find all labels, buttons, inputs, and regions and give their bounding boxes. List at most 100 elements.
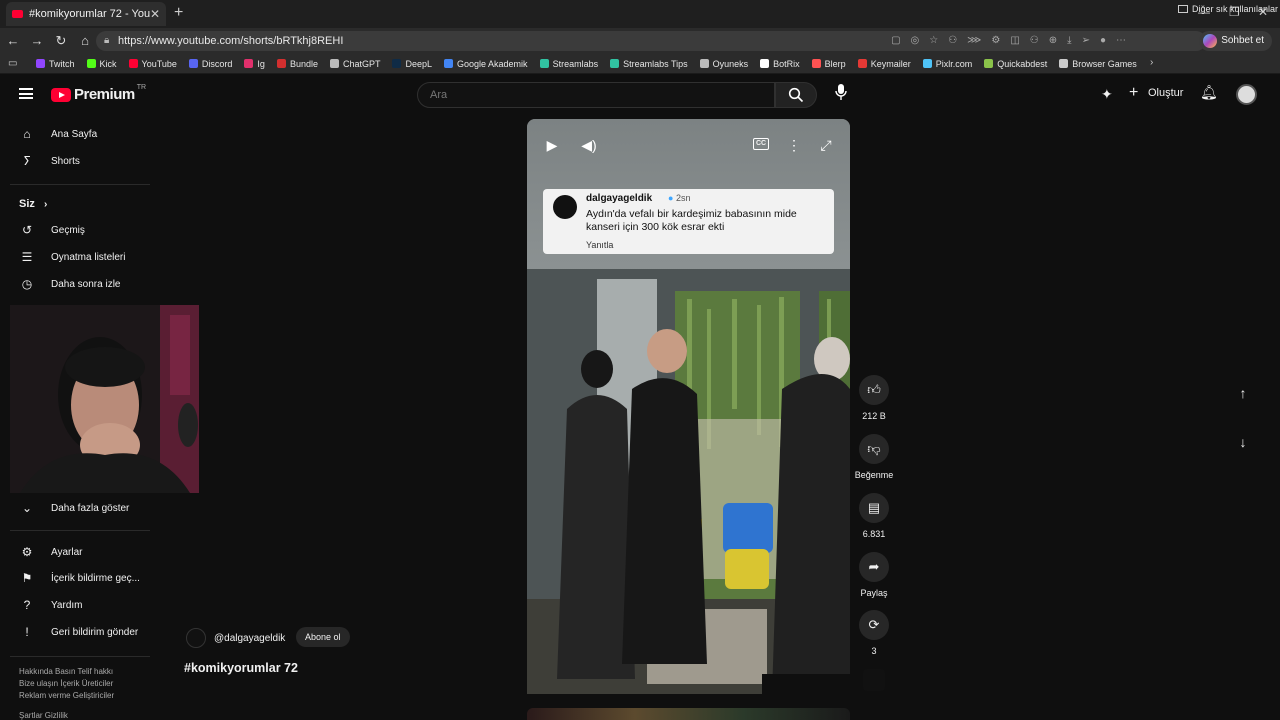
short-title: #komikyorumlar 72 [184,661,298,675]
comment-username: dalgayageldik [586,193,653,204]
bookmark-item[interactable]: Discord [188,59,232,69]
bookmark-item[interactable]: Oyuneks [699,59,748,69]
sidebar-item-settings[interactable]: ⚙ Ayarlar [0,540,158,564]
share-button[interactable]: ➦ Paylaş [854,552,894,598]
remix-count: 3 [871,646,877,656]
sidebar-item-label: Ayarlar [51,546,83,558]
sidebar-item-report[interactable]: ⚑ İçerik bildirme geç... [0,566,158,590]
create-button[interactable]: Oluştur [1148,87,1183,99]
search-button[interactable] [775,82,817,108]
bookmark-item[interactable]: Bundle [276,59,318,69]
sidebar-item-playlists[interactable]: ☰ Oynatma listeleri [0,245,158,269]
bookmark-item[interactable]: Browser Games [1059,59,1137,69]
remix-button[interactable]: ⟳ 3 [854,610,894,656]
address-bar-icons[interactable]: ▢◎☆⚇⋙⚙◫⚇⊕⤓➢●⋯ [891,31,1136,51]
like-count: 212 B [862,411,886,421]
shorts-icon: ⵢ [23,154,31,168]
forward-icon[interactable]: → [29,33,45,48]
channel-thumbnail[interactable] [863,669,885,691]
bookmark-item[interactable]: DeepL [392,59,432,69]
thumbs-down-icon: 👎︎ [859,434,889,464]
volume-icon[interactable]: ◀) [578,134,600,156]
bookmark-favicon-icon [922,59,932,68]
sidebar-item-shorts[interactable]: ⵢ Shorts [0,149,158,173]
bookmark-favicon-icon [188,59,198,68]
comment-overlay: dalgayageldik ● 2sn Aydın'da vefalı bir … [543,189,834,254]
voice-search-button[interactable] [829,83,853,107]
sidebar-item-label: Daha sonra izle [51,278,121,290]
notifications-bell-icon[interactable]: 🔔︎ [1200,84,1218,101]
youtube-premium-logo[interactable]: Premium TR [51,84,146,103]
other-bookmarks[interactable]: Diğer sık kullanılanlar [1178,4,1278,14]
bookmark-item[interactable]: YouTube [128,59,177,69]
dislike-button[interactable]: 👎︎ Beğenme [854,434,894,480]
browser-tab[interactable]: #komikyorumlar 72 - YouTube ✕ [6,2,166,26]
bookmark-item[interactable]: ChatGPT [329,59,380,69]
url-field[interactable]: 🔒︎ https://www.youtube.com/shorts/bRTkhj… [96,31,1206,51]
copilot-chat-button[interactable]: Sohbet et [1199,31,1272,51]
sidebar-item-watch-later[interactable]: ◷ Daha sonra izle [0,272,158,296]
bookmark-item[interactable]: Streamlabs Tips [610,59,688,69]
bookmark-item[interactable]: Pixlr.com [922,59,972,69]
shorts-video-player[interactable]: ▶ ◀) CC ⋮ ⤢ dalgayageldik ● 2sn Aydın'da… [527,119,850,694]
bookmarks-overflow-icon[interactable]: › [1150,57,1153,68]
fullscreen-icon[interactable]: ⤢ [815,134,837,156]
sidebar-item-home[interactable]: ⌂ Ana Sayfa [0,122,158,146]
logo-text: Premium [74,86,135,103]
captions-icon[interactable]: CC [753,138,769,150]
tab-close-icon[interactable]: ✕ [150,7,160,21]
like-button[interactable]: 👍︎ 212 B [854,375,894,421]
share-icon: ➦ [859,552,889,582]
sidebar-item-help[interactable]: ? Yardım [0,593,158,617]
remix-icon: ⟳ [859,610,889,640]
bookmark-item[interactable]: BotRix [760,59,800,69]
menu-icon[interactable] [19,88,33,99]
new-tab-icon[interactable]: + [174,4,183,22]
next-short-preview[interactable] [527,708,850,720]
comment-text: Aydın'da vefalı bir kardeşimiz babasının… [586,208,797,233]
tab-actions-icon[interactable]: ▭ [8,58,17,69]
bookmark-item[interactable]: Twitch [36,59,75,69]
channel-info[interactable]: @dalgayageldik [186,628,285,648]
home-browser-icon[interactable]: ⌂ [77,33,93,48]
extension-icon[interactable]: ✦ [1101,86,1113,103]
bookmark-item[interactable]: Keymailer [857,59,911,69]
reply-label: Yanıtla [586,240,614,250]
previous-short-arrow-icon[interactable]: ↑ [1232,385,1254,407]
comments-button[interactable]: ▤ 6.831 [854,493,894,539]
divider [10,656,150,657]
divider [10,184,150,185]
folder-icon [1178,5,1188,13]
play-button[interactable]: ▶ [541,134,563,156]
sidebar-item-feedback[interactable]: ! Geri bildirim gönder [0,620,158,644]
create-plus-icon[interactable]: + [1129,84,1138,102]
next-short-arrow-icon[interactable]: ↓ [1232,434,1254,456]
account-avatar[interactable] [1236,84,1257,105]
avatar [186,628,206,648]
refresh-icon[interactable]: ↻ [53,33,69,49]
bookmark-favicon-icon [539,59,549,68]
bookmark-item[interactable]: Blerp [811,59,846,69]
more-options-icon[interactable]: ⋮ [783,134,805,156]
bookmark-favicon-icon [699,59,709,68]
bookmark-item[interactable]: Google Akademik [444,59,528,69]
bookmark-item[interactable]: Streamlabs [539,59,598,69]
clock-icon: ◷ [21,277,33,291]
channel-name[interactable]: @dalgayageldik [214,633,285,644]
bookmark-favicon-icon [36,59,45,68]
footer-links[interactable]: Hakkında Basın Telif hakkı Bize ulaşın İ… [19,666,149,720]
sidebar-you-header[interactable]: Siz › [19,198,47,210]
bookmark-favicon-icon [857,59,867,68]
dislike-label: Beğenme [854,470,894,480]
back-icon[interactable]: ← [5,33,21,48]
search-input[interactable]: Ara [417,82,775,108]
sidebar-item-history[interactable]: ↺ Geçmiş [0,218,158,242]
bookmark-item[interactable]: Quickabdest [984,59,1047,69]
comment-count: 6.831 [862,529,886,539]
bookmark-item[interactable]: Kick [86,59,117,69]
sidebar-show-more[interactable]: ⌄ Daha fazla göster [0,496,158,520]
subscribe-button[interactable]: Abone ol [296,627,350,647]
history-icon: ↺ [21,223,33,237]
bookmark-item[interactable]: Ig [244,59,265,69]
thumbs-up-icon: 👍︎ [859,375,889,405]
